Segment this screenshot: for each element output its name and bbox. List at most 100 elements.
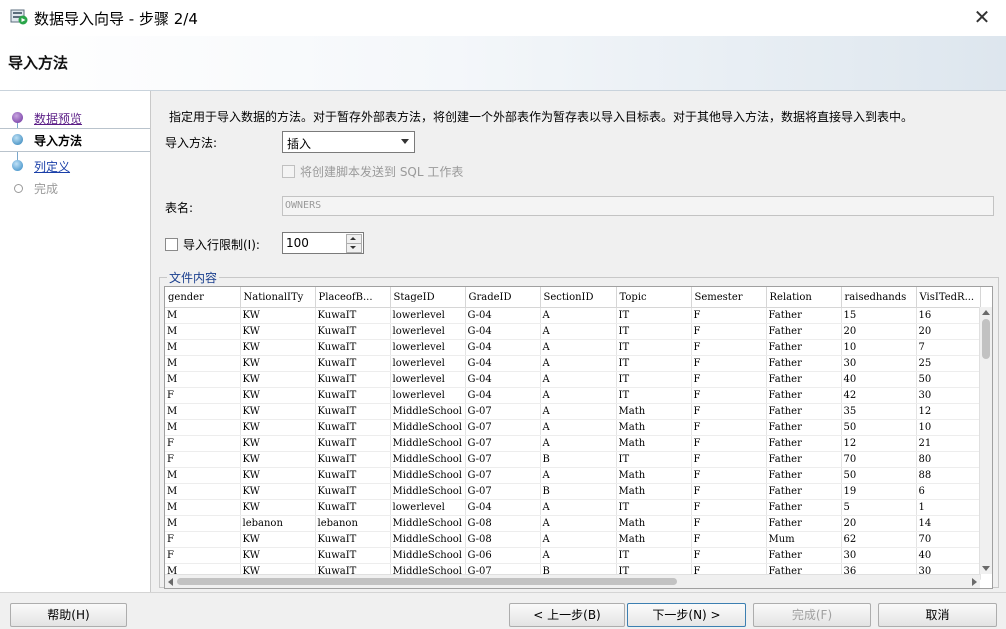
step-label: 完成: [34, 182, 59, 196]
vertical-scroll-thumb[interactable]: [982, 319, 990, 359]
description-text: 指定用于导入数据的方法。对于暂存外部表方法，将创建一个外部表作为暂存表以导入目标…: [169, 110, 914, 124]
column-header[interactable]: NationalITy: [240, 287, 316, 308]
table-cell: KW: [240, 451, 316, 468]
table-cell: 15: [841, 307, 917, 324]
step-import-method[interactable]: 导入方法: [0, 128, 150, 152]
table-cell: F: [165, 547, 241, 564]
row-limit-checkbox[interactable]: 导入行限制(I):: [165, 236, 260, 253]
back-button[interactable]: < 上一步(B): [509, 603, 625, 627]
next-button[interactable]: 下一步(N) >: [627, 603, 746, 627]
send-script-label: 将创建脚本发送到 SQL 工作表: [300, 165, 464, 179]
file-content-grid[interactable]: gender NationalITy PlaceofB... StageID Grade…: [164, 286, 993, 589]
table-cell: 10: [841, 339, 917, 356]
table-cell: G-07: [465, 483, 541, 500]
table-cell: lebanon: [315, 515, 391, 532]
step-column-definition[interactable]: 列定义: [0, 155, 150, 177]
table-cell: lowerlevel: [390, 371, 466, 388]
scroll-left-icon[interactable]: [168, 578, 173, 586]
table-cell: G-07: [465, 435, 541, 452]
table-cell: 70: [841, 451, 917, 468]
table-cell: KuwaIT: [315, 499, 391, 516]
table-cell: A: [540, 355, 617, 372]
table-cell: Father: [766, 355, 842, 372]
table-cell: F: [691, 387, 767, 404]
table-cell: IT: [616, 387, 692, 404]
table-cell: IT: [616, 499, 692, 516]
table-cell: 40: [841, 371, 917, 388]
table-name-label: 表名:: [165, 201, 194, 215]
table-cell: F: [691, 547, 767, 564]
table-cell: MiddleSchool: [390, 451, 466, 468]
table-cell: KW: [240, 339, 316, 356]
table-cell: KW: [240, 403, 316, 420]
table-cell: Math: [616, 403, 692, 420]
table-row: M KW KuwaIT lowerlevel G-04 A IT F Father 20 20: [165, 323, 981, 340]
table-cell: 88: [916, 467, 981, 484]
spinner-down-icon[interactable]: [346, 243, 362, 253]
table-cell: lowerlevel: [390, 339, 466, 356]
column-header[interactable]: gender: [165, 287, 241, 308]
table-cell: 12: [916, 403, 981, 420]
table-cell: 20: [916, 323, 981, 340]
table-cell: 30: [916, 387, 981, 404]
table-cell: 21: [916, 435, 981, 452]
table-cell: KuwaIT: [315, 547, 391, 564]
table-cell: Father: [766, 307, 842, 324]
table-cell: MiddleSchool: [390, 547, 466, 564]
table-cell: KuwaIT: [315, 467, 391, 484]
scroll-up-icon[interactable]: [982, 310, 990, 315]
column-header[interactable]: Semester: [691, 287, 767, 308]
column-header[interactable]: PlaceofB...: [315, 287, 391, 308]
table-cell: KuwaIT: [315, 531, 391, 548]
column-header[interactable]: raisedhands: [841, 287, 917, 308]
file-content-label: 文件内容: [167, 269, 220, 286]
table-cell: lebanon: [240, 515, 316, 532]
table-cell: lowerlevel: [390, 387, 466, 404]
table-cell: A: [540, 323, 617, 340]
checkbox-icon: [165, 238, 178, 251]
wizard-steps-pane: 数据预览 导入方法 列定义 完成: [0, 91, 151, 592]
table-cell: M: [165, 323, 241, 340]
import-method-value: 插入: [287, 137, 312, 151]
table-cell: F: [691, 515, 767, 532]
column-header[interactable]: SectionID: [540, 287, 617, 308]
help-button[interactable]: 帮助(H): [10, 603, 127, 627]
step-data-preview[interactable]: 数据预览: [0, 107, 150, 129]
column-header[interactable]: GradeID: [465, 287, 541, 308]
row-limit-spinner[interactable]: 100: [282, 232, 364, 254]
table-cell: F: [691, 403, 767, 420]
cancel-button[interactable]: 取消: [878, 603, 997, 627]
close-icon[interactable]: ✕: [970, 5, 994, 29]
vertical-scrollbar[interactable]: [979, 307, 992, 574]
table-cell: M: [165, 339, 241, 356]
table-cell: lowerlevel: [390, 499, 466, 516]
table-cell: Father: [766, 451, 842, 468]
table-cell: KuwaIT: [315, 355, 391, 372]
table-cell: Father: [766, 547, 842, 564]
table-cell: F: [691, 307, 767, 324]
table-cell: MiddleSchool: [390, 467, 466, 484]
table-cell: Father: [766, 483, 842, 500]
table-cell: KuwaIT: [315, 435, 391, 452]
table-row: M KW KuwaIT lowerlevel G-04 A IT F Father 40 50: [165, 371, 981, 388]
table-cell: lowerlevel: [390, 307, 466, 324]
table-cell: Father: [766, 339, 842, 356]
column-header[interactable]: Topic: [616, 287, 692, 308]
table-cell: IT: [616, 547, 692, 564]
scroll-right-icon[interactable]: [972, 578, 977, 586]
column-header[interactable]: VisITedR...: [916, 287, 981, 308]
table-cell: 30: [841, 355, 917, 372]
table-cell: M: [165, 467, 241, 484]
import-method-select[interactable]: 插入: [282, 131, 415, 153]
table-cell: MiddleSchool: [390, 515, 466, 532]
horizontal-scrollbar[interactable]: [165, 574, 980, 588]
horizontal-scroll-thumb[interactable]: [177, 578, 677, 585]
table-cell: KuwaIT: [315, 371, 391, 388]
table-cell: G-04: [465, 387, 541, 404]
step-label: 列定义: [34, 160, 71, 174]
table-header-row: gender NationalITy PlaceofB... StageID Grade…: [165, 287, 981, 308]
column-header[interactable]: StageID: [390, 287, 466, 308]
scroll-down-icon[interactable]: [982, 566, 990, 571]
column-header[interactable]: Relation: [766, 287, 842, 308]
table-cell: G-04: [465, 499, 541, 516]
